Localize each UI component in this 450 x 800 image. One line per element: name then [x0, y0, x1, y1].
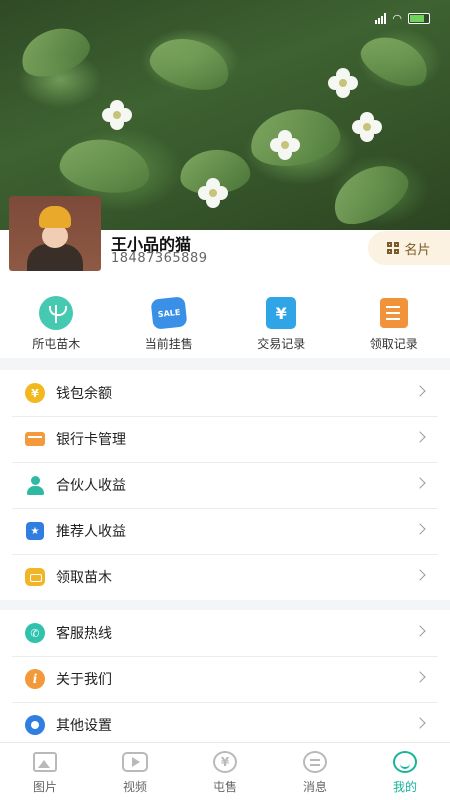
- tab-pictures[interactable]: 图片: [0, 743, 90, 800]
- menu-claim-seedlings[interactable]: 领取苗木: [0, 554, 450, 600]
- quick-action-claims[interactable]: 领取记录: [338, 286, 450, 358]
- tab-videos[interactable]: 视频: [90, 743, 180, 800]
- menu-partner-earnings[interactable]: 合伙人收益: [0, 462, 450, 508]
- account-menu: ¥ 钱包余额 银行卡管理 合伙人收益 ★ 推荐人收益 领取苗木: [0, 370, 450, 600]
- video-icon: [122, 752, 148, 772]
- quick-action-seedlings[interactable]: 所屯苗木: [0, 286, 113, 358]
- message-icon: [303, 751, 327, 773]
- info-icon: i: [25, 669, 45, 689]
- quick-action-transactions[interactable]: ¥ 交易记录: [225, 286, 338, 358]
- chevron-right-icon: [414, 431, 426, 443]
- yen-circle-icon: ¥: [213, 751, 237, 773]
- chevron-right-icon: [414, 385, 426, 397]
- bank-card-icon: [25, 432, 45, 446]
- menu-about-us[interactable]: i 关于我们: [0, 656, 450, 702]
- business-card-button[interactable]: 名片: [368, 231, 450, 265]
- sale-tag-icon: SALE: [150, 296, 188, 330]
- status-bar: ◠ 59: [0, 0, 450, 34]
- tab-messages[interactable]: 消息: [270, 743, 360, 800]
- chevron-right-icon: [414, 477, 426, 489]
- quick-action-listing[interactable]: SALE 当前挂售: [113, 286, 226, 358]
- menu-bank-cards[interactable]: 银行卡管理: [0, 416, 450, 462]
- signal-icon: [375, 13, 387, 24]
- tab-trade[interactable]: ¥ 屯售: [180, 743, 270, 800]
- battery-icon: [408, 13, 430, 24]
- chevron-right-icon: [414, 717, 426, 729]
- menu-referrer-earnings[interactable]: ★ 推荐人收益: [0, 508, 450, 554]
- quick-actions: 所屯苗木 SALE 当前挂售 ¥ 交易记录 领取记录: [0, 286, 450, 358]
- profile-smile-icon: [393, 751, 417, 773]
- chevron-right-icon: [414, 625, 426, 637]
- business-card-label: 名片: [404, 242, 431, 258]
- coin-icon: ¥: [25, 383, 45, 403]
- wifi-icon: ◠: [392, 12, 402, 25]
- avatar[interactable]: [9, 196, 101, 271]
- sapling-icon: [39, 296, 74, 330]
- qr-code-icon: [387, 242, 400, 254]
- menu-service-hotline[interactable]: ✆ 客服热线: [0, 610, 450, 656]
- star-badge-icon: ★: [26, 522, 44, 540]
- yen-receipt-icon: ¥: [266, 297, 297, 329]
- chevron-right-icon: [414, 569, 426, 581]
- wallet-icon: [25, 568, 45, 586]
- picture-icon: [33, 752, 57, 772]
- menu-wallet-balance[interactable]: ¥ 钱包余额: [0, 370, 450, 416]
- tab-mine[interactable]: 我的: [360, 743, 450, 800]
- chevron-right-icon: [414, 523, 426, 535]
- support-menu: ✆ 客服热线 i 关于我们 其他设置: [0, 610, 450, 748]
- partner-icon: [25, 475, 45, 495]
- chevron-right-icon: [414, 671, 426, 683]
- phone-icon: ✆: [25, 623, 45, 643]
- bottom-tab-bar: 图片 视频 ¥ 屯售 消息 我的: [0, 742, 450, 800]
- user-phone: 18487365889: [111, 251, 208, 266]
- note-edit-icon: [379, 298, 408, 328]
- gear-icon: [25, 715, 45, 735]
